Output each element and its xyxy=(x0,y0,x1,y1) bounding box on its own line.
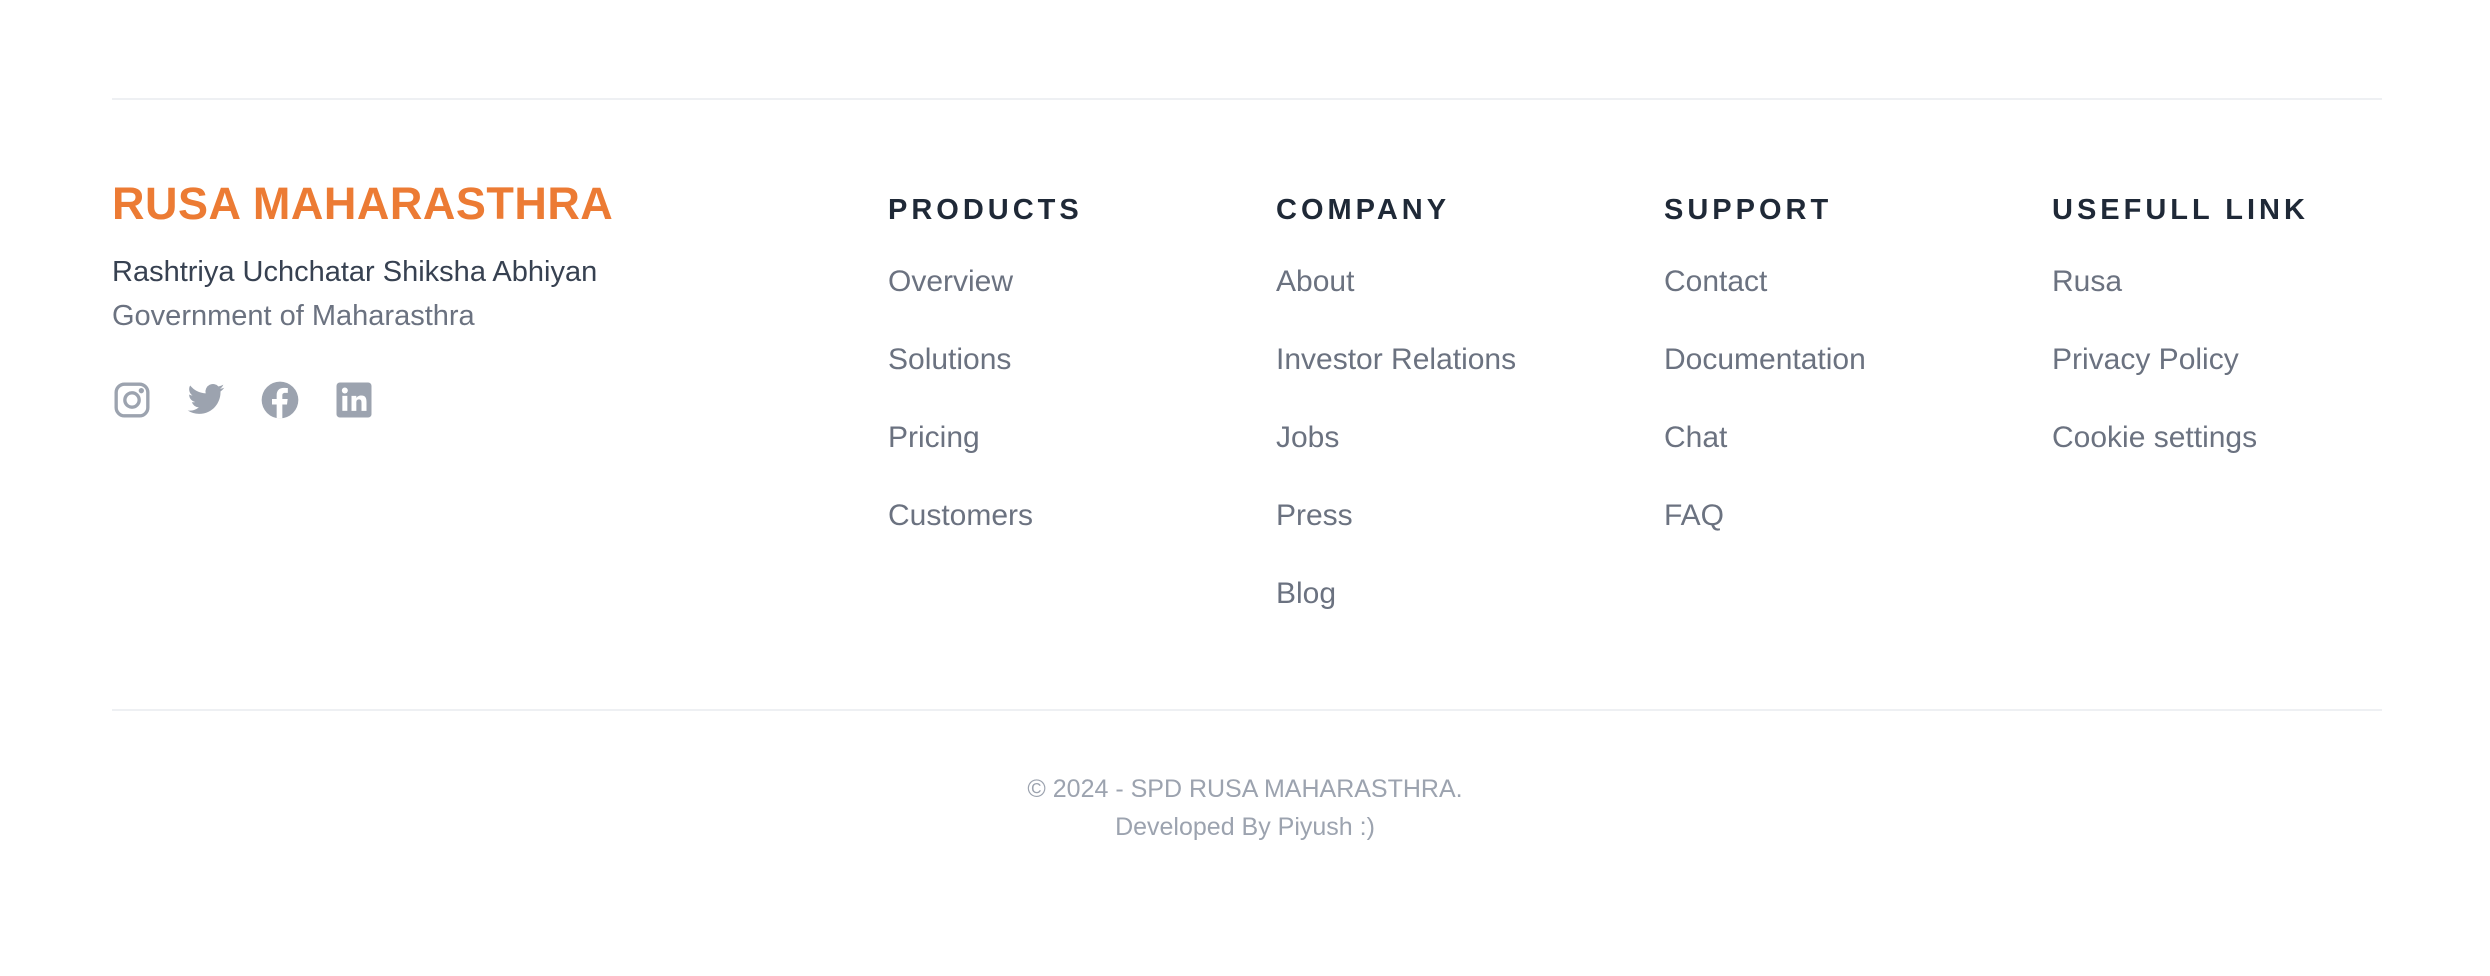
facebook-icon[interactable] xyxy=(260,380,300,420)
link-about[interactable]: About xyxy=(1276,265,1354,298)
link-investor-relations[interactable]: Investor Relations xyxy=(1276,343,1516,376)
twitter-icon[interactable] xyxy=(186,380,226,420)
support-heading: SUPPORT xyxy=(1664,194,1833,226)
link-solutions[interactable]: Solutions xyxy=(888,343,1011,376)
link-faq[interactable]: FAQ xyxy=(1664,499,1724,532)
instagram-icon[interactable] xyxy=(112,380,152,420)
link-press[interactable]: Press xyxy=(1276,499,1353,532)
products-heading: PRODUCTS xyxy=(888,194,1083,226)
link-overview[interactable]: Overview xyxy=(888,265,1013,298)
support-column: SUPPORT Contact Documentation Chat FAQ xyxy=(1664,190,1866,574)
link-pricing[interactable]: Pricing xyxy=(888,421,980,454)
link-privacy-policy[interactable]: Privacy Policy xyxy=(2052,343,2239,376)
link-jobs[interactable]: Jobs xyxy=(1276,421,1339,454)
site-footer: RUSA MAHARASTHRA Rashtriya Uchchatar Shi… xyxy=(0,0,2490,976)
usefull-link-heading: USEFULL LINK xyxy=(2052,194,2309,226)
link-blog[interactable]: Blog xyxy=(1276,577,1336,610)
social-links xyxy=(112,380,613,420)
products-column: PRODUCTS Overview Solutions Pricing Cust… xyxy=(888,190,1083,574)
usefull-link-column: USEFULL LINK Rusa Privacy Policy Cookie … xyxy=(2052,190,2309,496)
link-cookie-settings[interactable]: Cookie settings xyxy=(2052,421,2257,454)
company-column: COMPANY About Investor Relations Jobs Pr… xyxy=(1276,190,1516,652)
top-divider xyxy=(112,98,2382,100)
brand-title: RUSA MAHARASTHRA xyxy=(112,178,614,229)
link-documentation[interactable]: Documentation xyxy=(1664,343,1866,376)
company-heading: COMPANY xyxy=(1276,194,1451,226)
developer-credit: Developed By Piyush :) xyxy=(1115,813,1375,841)
brand-subtitle: Rashtriya Uchchatar Shiksha Abhiyan xyxy=(112,256,598,288)
link-rusa[interactable]: Rusa xyxy=(2052,265,2122,298)
copyright-block: © 2024 - SPD RUSA MAHARASTHRA. Developed… xyxy=(0,770,2490,846)
copyright-text: © 2024 - SPD RUSA MAHARASTHRA. xyxy=(1027,775,1463,803)
brand-government: Government of Maharasthra xyxy=(112,300,475,332)
bottom-divider xyxy=(112,709,2382,711)
link-chat[interactable]: Chat xyxy=(1664,421,1727,454)
link-contact[interactable]: Contact xyxy=(1664,265,1767,298)
link-customers[interactable]: Customers xyxy=(888,499,1033,532)
linkedin-icon[interactable] xyxy=(334,380,374,420)
brand-block: RUSA MAHARASTHRA Rashtriya Uchchatar Shi… xyxy=(112,178,613,420)
